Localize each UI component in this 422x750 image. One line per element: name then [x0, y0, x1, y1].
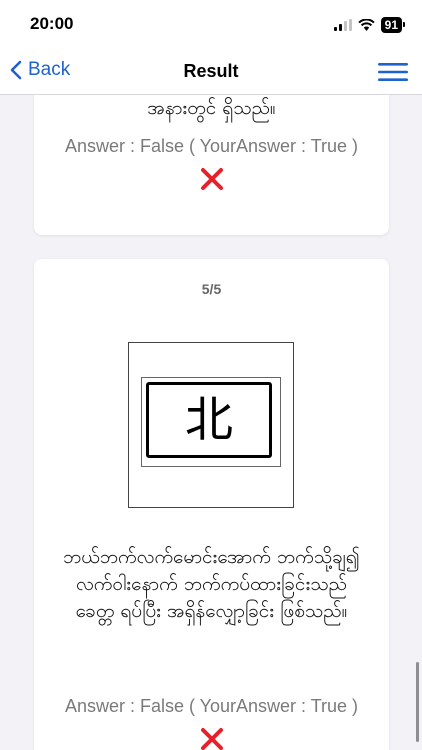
signal-icon: [333, 19, 352, 31]
sign-border: 北: [146, 382, 272, 458]
question-card: 5/5 北 ဘယ်ဘက်လက်မောင်းအောက် ဘက်သို့ချ၍ လက…: [34, 259, 389, 750]
hamburger-menu-icon: [378, 63, 408, 81]
wifi-icon: [357, 19, 375, 31]
sign-glyph: 北: [184, 392, 233, 448]
scrollbar[interactable]: [416, 662, 419, 742]
status-icons: 91: [333, 17, 406, 33]
nav-bar: Back Result: [0, 50, 422, 95]
question-text: အနားတွင် ရှိသည်။: [147, 97, 276, 119]
menu-button[interactable]: [378, 62, 408, 86]
page-title: Result: [183, 61, 239, 81]
battery-icon: 91: [380, 17, 406, 33]
status-bar: 20:00 91: [0, 0, 422, 50]
question-text: ဘယ်ဘက်လက်မောင်းအောက် ဘက်သို့ချ၍ လက်ဝါးနေ…: [63, 546, 360, 622]
answer-text: Answer : False ( YourAnswer : True ): [64, 136, 359, 156]
results-list[interactable]: အနားတွင် ရှိသည်။ Answer : False ( YourAn…: [0, 95, 422, 750]
x-mark-icon: [201, 728, 223, 750]
answer-text: Answer : False ( YourAnswer : True ): [64, 696, 359, 716]
sign-plate: 北: [141, 377, 281, 467]
question-card: အနားတွင် ရှိသည်။ Answer : False ( YourAn…: [34, 95, 389, 235]
question-progress: 5/5: [201, 281, 222, 297]
sign-image: 北: [128, 342, 294, 508]
status-time: 20:00: [30, 14, 74, 33]
x-mark-icon: [201, 168, 223, 190]
